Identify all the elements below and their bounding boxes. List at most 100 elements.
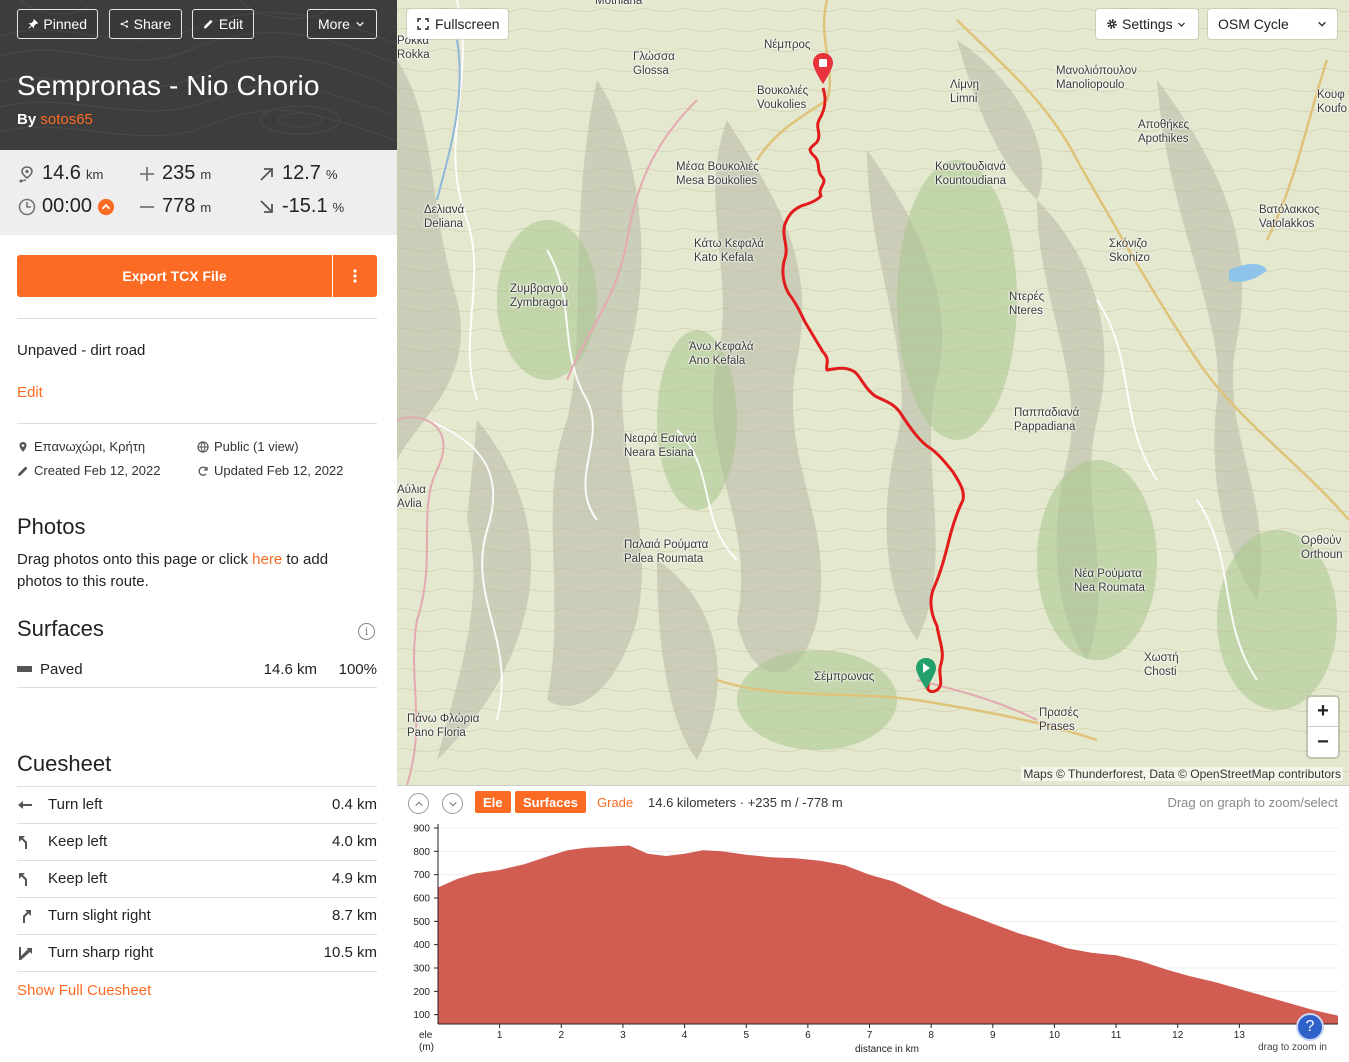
start-marker[interactable] bbox=[914, 656, 938, 690]
stat-min-grade: -15.1 % bbox=[257, 195, 344, 218]
place-label: Μέσα Βουκολιές Mesa Boukolies bbox=[676, 161, 759, 187]
stat-elevation-gain: 235 m bbox=[137, 162, 211, 185]
cue-label: Turn slight right bbox=[48, 907, 151, 924]
cue-distance: 4.9 km bbox=[331, 870, 377, 887]
place-label: Λίμνη Limni bbox=[950, 79, 980, 105]
place-label: Γλώσσα Glossa bbox=[633, 51, 675, 77]
y-axis-unit-label: (m) bbox=[419, 1042, 434, 1053]
tab-grade[interactable]: Grade bbox=[589, 791, 641, 813]
place-label: Νέμπρος bbox=[764, 39, 811, 51]
gear-icon bbox=[1107, 19, 1117, 29]
fullscreen-icon bbox=[417, 18, 429, 30]
author-link[interactable]: sotos65 bbox=[40, 111, 93, 128]
x-tick-label: 8 bbox=[928, 1030, 934, 1041]
y-tick-label: 900 bbox=[413, 824, 430, 835]
chevron-down-icon bbox=[1318, 21, 1326, 27]
cue-row[interactable]: Turn left 0.4 km bbox=[17, 787, 377, 824]
place-label: Άνω Κεφαλά Ano Kefala bbox=[689, 341, 754, 367]
distance-unit: km bbox=[85, 167, 104, 182]
cue-distance: 0.4 km bbox=[331, 796, 377, 813]
chevron-down-icon bbox=[448, 801, 457, 807]
y-tick-label: 800 bbox=[413, 847, 430, 858]
elevation-gain-value: 235 bbox=[162, 162, 196, 184]
divider bbox=[17, 318, 377, 319]
x-tick-label: 3 bbox=[620, 1030, 626, 1041]
pinned-label: Pinned bbox=[43, 16, 87, 32]
place-label: Ζυμβραγού Zymbragou bbox=[510, 283, 569, 309]
place-label: Βατόλακκος Vatolakkos bbox=[1259, 204, 1320, 230]
photos-instructions: Drag photos onto this page or click here… bbox=[17, 549, 367, 593]
zoom-out-button[interactable]: − bbox=[1308, 727, 1338, 757]
info-icon[interactable]: i bbox=[358, 623, 375, 640]
fullscreen-label: Fullscreen bbox=[435, 16, 500, 32]
map-settings-button[interactable]: Settings bbox=[1096, 9, 1198, 39]
cue-label: Turn left bbox=[48, 796, 103, 813]
route-description: Unpaved - dirt road bbox=[17, 342, 146, 359]
share-icon bbox=[120, 20, 128, 28]
cue-distance: 10.5 km bbox=[323, 944, 377, 961]
upload-photos-link[interactable]: here bbox=[252, 551, 282, 568]
chevron-up-circle-icon[interactable] bbox=[97, 198, 115, 216]
max-grade-unit: % bbox=[325, 167, 338, 182]
fullscreen-button[interactable]: Fullscreen bbox=[407, 9, 508, 39]
zoom-in-button[interactable]: + bbox=[1308, 697, 1338, 727]
cue-row[interactable]: Turn slight right 8.7 km bbox=[17, 898, 377, 935]
chevron-down-icon bbox=[356, 21, 364, 27]
vertical-dots-icon bbox=[353, 269, 357, 283]
y-tick-label: 500 bbox=[413, 917, 430, 928]
x-tick-label: 6 bbox=[805, 1030, 811, 1041]
tab-elevation[interactable]: Ele bbox=[475, 791, 511, 813]
updated-text: Updated Feb 12, 2022 bbox=[214, 463, 344, 478]
map-layer-select[interactable]: OSM Cycle bbox=[1208, 9, 1337, 39]
place-label: Αποθήκες Apothikes bbox=[1138, 119, 1190, 145]
surface-name: Paved bbox=[40, 661, 83, 678]
divider bbox=[17, 971, 377, 972]
distance-value: 14.6 bbox=[42, 162, 81, 184]
place-label: Σέμπρωνας bbox=[814, 671, 875, 683]
cuesheet-heading: Cuesheet bbox=[17, 751, 112, 776]
more-button[interactable]: More bbox=[307, 9, 377, 39]
elevation-chart[interactable]: 1002003004005006007008009001 2 3 4 5 6 7 8 9 10 11… bbox=[397, 786, 1349, 1062]
route-map[interactable]: Mothiana Νέμπρος Γλώσσα Glossa Βουκολιές… bbox=[397, 0, 1349, 785]
help-icon[interactable]: ? bbox=[1296, 1013, 1324, 1041]
route-header: Pinned Share Edit More Sempronas - Nio C… bbox=[0, 0, 397, 150]
export-options-button[interactable] bbox=[333, 255, 377, 297]
sharp-right-icon bbox=[19, 947, 32, 960]
pin-icon bbox=[28, 18, 39, 29]
y-tick-label: 200 bbox=[413, 987, 430, 998]
place-label: Αύλια Avlia bbox=[397, 484, 426, 510]
export-tcx-button[interactable]: Export TCX File bbox=[17, 255, 332, 297]
cue-distance: 4.0 km bbox=[331, 833, 377, 850]
cue-row[interactable]: Turn sharp right 10.5 km bbox=[17, 935, 377, 972]
collapse-down-button[interactable] bbox=[442, 793, 463, 814]
pencil-icon bbox=[18, 466, 28, 476]
place-label: Σκόνιζο Skonizo bbox=[1109, 238, 1150, 264]
expand-up-button[interactable] bbox=[408, 793, 429, 814]
pinned-button[interactable]: Pinned bbox=[17, 9, 98, 39]
x-tick-label: 2 bbox=[559, 1030, 565, 1041]
surface-percent: 100% bbox=[338, 661, 377, 678]
end-marker[interactable] bbox=[811, 51, 835, 85]
minus-icon bbox=[140, 205, 154, 208]
stat-elevation-loss: 778 m bbox=[137, 195, 211, 218]
zoom-control: + − bbox=[1308, 697, 1338, 757]
map-attribution[interactable]: Maps © Thunderforest, Data © OpenStreetM… bbox=[1021, 767, 1343, 781]
stat-distance: 14.6 km bbox=[17, 162, 103, 185]
cue-row[interactable]: Keep left 4.0 km bbox=[17, 824, 377, 861]
chevron-up-icon bbox=[414, 800, 423, 806]
tab-surfaces[interactable]: Surfaces bbox=[515, 791, 586, 813]
elevation-area bbox=[438, 845, 1338, 1024]
show-full-cuesheet-link[interactable]: Show Full Cuesheet bbox=[17, 982, 151, 999]
x-tick-label: 11 bbox=[1111, 1030, 1122, 1041]
place-label: Νέα Ρούματα Nea Roumata bbox=[1074, 568, 1145, 594]
surface-distance: 14.6 km bbox=[263, 661, 317, 678]
edit-description-link[interactable]: Edit bbox=[17, 384, 43, 401]
place-label: Παλαιά Ρούματα Palea Roumata bbox=[624, 539, 709, 565]
cue-label: Keep left bbox=[48, 870, 108, 887]
x-tick-label: 12 bbox=[1172, 1030, 1184, 1041]
cue-row[interactable]: Keep left 4.9 km bbox=[17, 861, 377, 898]
place-label: Κάτω Κεφαλά Kato Kefala bbox=[694, 238, 764, 264]
edit-button[interactable]: Edit bbox=[192, 9, 254, 39]
chevron-down-icon bbox=[1177, 22, 1185, 27]
share-button[interactable]: Share bbox=[109, 9, 182, 39]
